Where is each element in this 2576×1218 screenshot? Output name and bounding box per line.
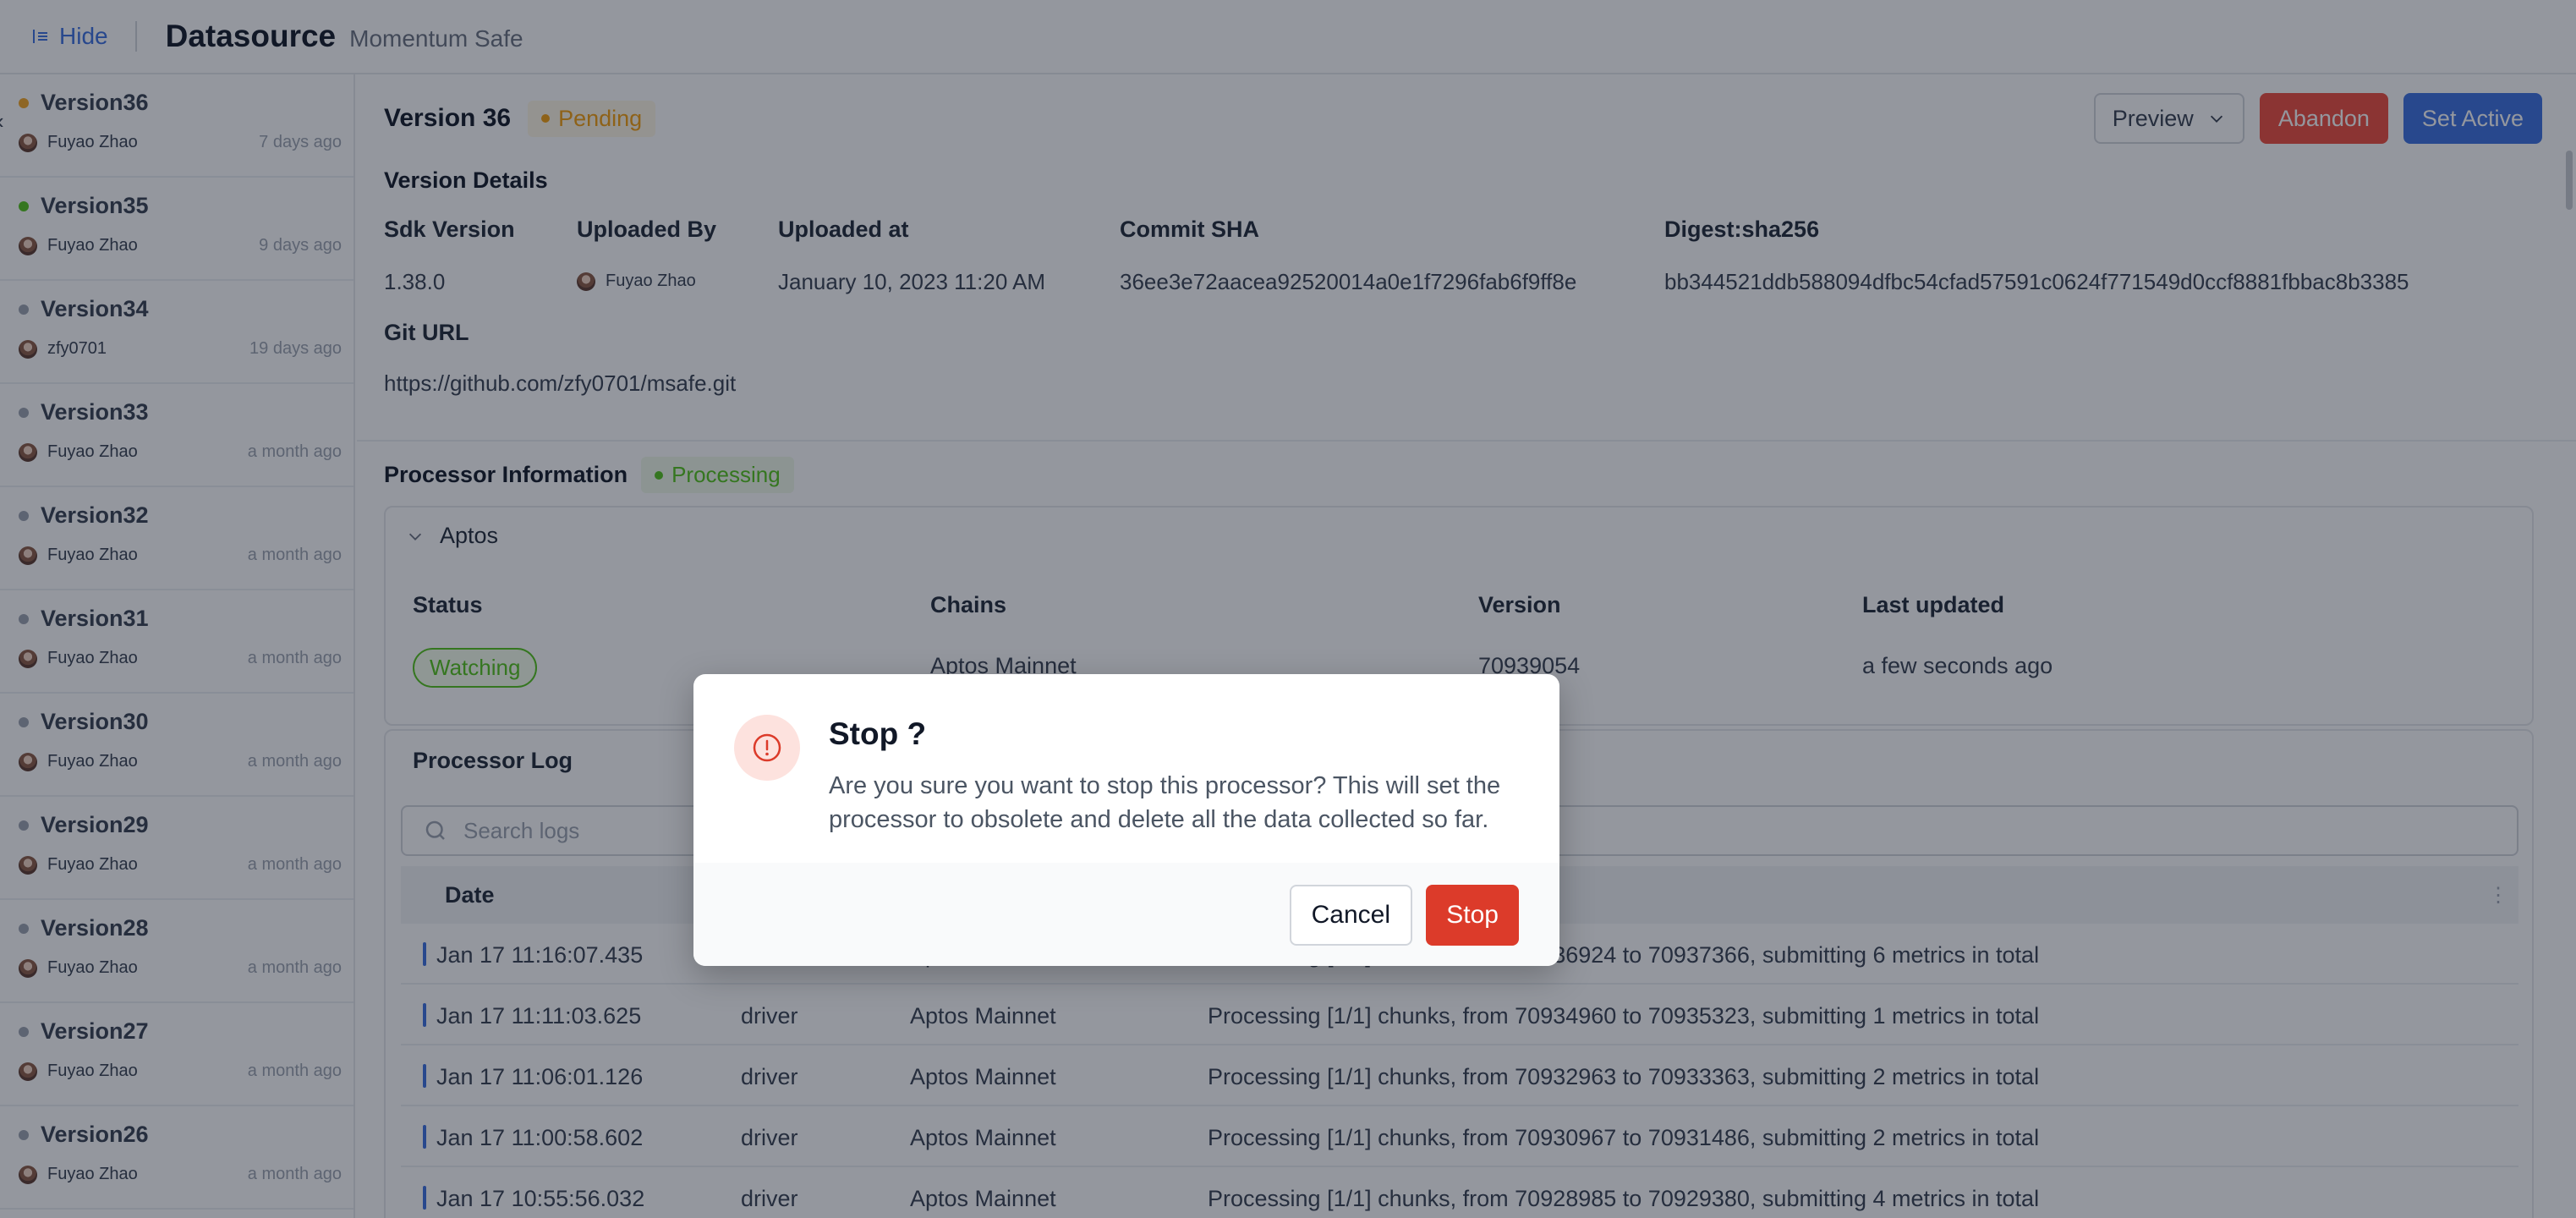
dialog-message: Are you sure you want to stop this proce…: [829, 772, 1501, 833]
stop-confirm-dialog: Stop ? Are you sure you want to stop thi…: [693, 674, 1559, 966]
dialog-title: Stop ?: [829, 716, 927, 751]
stop-button[interactable]: Stop: [1426, 885, 1519, 946]
modal-overlay[interactable]: [0, 0, 2576, 1218]
warning-icon: [734, 715, 800, 781]
cancel-button[interactable]: Cancel: [1289, 885, 1412, 946]
dialog-footer: Cancel Stop: [693, 863, 1559, 966]
